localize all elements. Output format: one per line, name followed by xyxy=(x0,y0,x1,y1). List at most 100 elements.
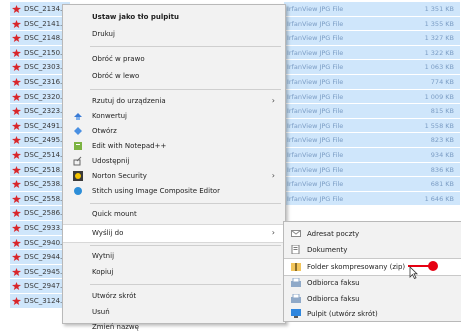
explorer-window: DSC_2134.jpg IrfanView JPG File 1 351 KB DS… xyxy=(0,0,461,331)
menu-item-label: Obróć w prawo xyxy=(92,55,145,63)
irfanview-file-icon xyxy=(12,63,21,72)
fax-icon xyxy=(291,277,301,287)
file-name-cell[interactable]: DSC_2320.jpg xyxy=(10,89,70,105)
menu-separator xyxy=(90,245,281,246)
zip-folder-icon xyxy=(291,262,301,271)
menu-item-set-wallpaper[interactable]: Ustaw jako tło pulpitu xyxy=(63,9,285,26)
open-icon xyxy=(73,126,83,136)
file-type: IrfanView JPG File xyxy=(287,194,344,203)
file-name-cell[interactable]: DSC_2491.jpg xyxy=(10,118,70,134)
submenu-item-fax-2[interactable]: Odbiorca faksu xyxy=(284,291,461,307)
irfanview-file-icon xyxy=(12,107,21,116)
file-info-cell[interactable]: IrfanView JPG File 774 KB xyxy=(284,75,460,90)
file-info-cell[interactable]: IrfanView JPG File 681 KB xyxy=(284,177,460,192)
submenu-item-documents[interactable]: Dokumenty xyxy=(284,242,461,258)
file-name-cell[interactable]: DSC_2303.jpg xyxy=(10,60,70,75)
irfanview-file-icon xyxy=(12,165,21,174)
file-name-cell[interactable]: DSC_2148.jpg xyxy=(10,31,70,46)
irfanview-file-icon xyxy=(12,224,21,232)
file-size: 1 355 KB xyxy=(424,19,454,28)
menu-separator xyxy=(90,89,281,90)
menu-item-rotate-right[interactable]: Obróć w prawo xyxy=(63,51,285,68)
menu-item-label: Ustaw jako tło pulpitu xyxy=(92,13,179,21)
file-info-cell[interactable]: IrfanView JPG File 1 327 KB xyxy=(284,31,460,46)
file-name-cell[interactable]: DSC_2514.jpg xyxy=(10,148,70,163)
file-name-cell[interactable]: DSC_2150.jpg xyxy=(10,45,70,61)
file-name-cell[interactable]: DSC_2323.jpg xyxy=(10,104,70,119)
file-size: 774 KB xyxy=(430,78,454,86)
submenu-item-label: Dokumenty xyxy=(307,246,348,254)
file-name-cell[interactable]: DSC_2944.jpg xyxy=(10,250,70,265)
submenu-item-label: Pulpit (utwórz skrót) xyxy=(307,310,378,318)
stitch-icon xyxy=(73,186,83,196)
chevron-right-icon: › xyxy=(271,171,275,180)
file-size: 1 351 KB xyxy=(424,5,454,13)
annotation-dot xyxy=(428,261,438,271)
file-size: 1 063 KB xyxy=(424,63,454,72)
file-name-cell[interactable]: DSC_2933.jpg xyxy=(10,221,70,236)
file-name-cell[interactable]: DSC_2558.jpg xyxy=(10,191,70,207)
menu-item-create-shortcut[interactable]: Utwórz skrót xyxy=(63,288,285,305)
mouse-cursor-icon xyxy=(409,266,418,281)
file-type: IrfanView JPG File xyxy=(287,34,344,43)
irfanview-file-icon xyxy=(12,297,21,305)
file-size: 934 KB xyxy=(430,151,454,159)
menu-item-quick-mount[interactable]: Quick mount xyxy=(63,206,285,223)
menu-item-label: Usuń xyxy=(92,308,110,316)
file-name-cell[interactable]: DSC_2134.jpg xyxy=(10,2,70,17)
submenu-item-fax-1[interactable]: Odbiorca faksu xyxy=(284,275,461,291)
file-type: IrfanView JPG File xyxy=(287,165,344,174)
share-icon xyxy=(73,156,83,166)
file-size: 1 009 KB xyxy=(424,92,454,101)
menu-item-label: Wyślij do xyxy=(92,229,124,237)
file-name-cell[interactable]: DSC_2947.jpg xyxy=(10,279,70,294)
file-name-cell[interactable]: DSC_2518.jpg xyxy=(10,162,70,178)
file-name-cell[interactable]: DSC_2945.jpg xyxy=(10,264,70,280)
file-name-cell[interactable]: DSC_3124.jpg xyxy=(10,294,70,309)
menu-item-stitch[interactable]: Stitch using Image Composite Editor xyxy=(63,183,285,200)
submenu-item-mail[interactable]: Adresat poczty xyxy=(284,226,461,242)
irfanview-file-icon xyxy=(12,267,21,276)
menu-item-label: Obróć w lewo xyxy=(92,72,140,80)
menu-item-cut[interactable]: Wytnij xyxy=(63,248,285,265)
menu-item-label: Zmień nazwę xyxy=(92,323,139,331)
menu-item-label: Rzutuj do urządzenia xyxy=(92,97,166,105)
file-name-cell[interactable]: DSC_2538.jpg xyxy=(10,177,70,192)
irfanview-file-icon xyxy=(12,136,21,145)
file-info-cell[interactable]: IrfanView JPG File 1 351 KB xyxy=(284,2,460,17)
file-info-cell[interactable]: IrfanView JPG File 1 009 KB xyxy=(284,89,460,105)
menu-item-rotate-left[interactable]: Obróć w lewo xyxy=(63,68,285,85)
file-type: IrfanView JPG File xyxy=(287,136,344,145)
menu-separator xyxy=(90,284,281,285)
menu-item-label: Stitch using Image Composite Editor xyxy=(92,187,220,195)
menu-separator xyxy=(90,46,281,47)
norton-icon xyxy=(73,171,83,181)
menu-item-label: Konwertuj xyxy=(92,112,127,120)
irfanview-file-icon xyxy=(12,238,21,247)
menu-item-send-to[interactable]: Wyślij do › xyxy=(63,224,285,243)
file-info-cell[interactable]: IrfanView JPG File 1 063 KB xyxy=(284,60,460,75)
file-name-cell[interactable]: DSC_2586.jpg xyxy=(10,206,70,221)
menu-item-rename[interactable]: Zmień nazwę xyxy=(63,319,285,336)
file-name-cell[interactable]: DSC_2316.jpg xyxy=(10,75,70,90)
menu-item-copy[interactable]: Kopiuj xyxy=(63,264,285,281)
file-info-cell[interactable]: IrfanView JPG File 1 558 KB xyxy=(284,118,460,134)
file-info-cell[interactable]: IrfanView JPG File 1 646 KB xyxy=(284,191,460,207)
file-info-cell[interactable]: IrfanView JPG File 934 KB xyxy=(284,148,460,163)
file-type: IrfanView JPG File xyxy=(287,107,344,116)
file-info-cell[interactable]: IrfanView JPG File 815 KB xyxy=(284,104,460,119)
file-size: 1 322 KB xyxy=(424,48,454,57)
menu-item-label: Quick mount xyxy=(92,210,137,218)
menu-item-print[interactable]: Drukuj xyxy=(63,26,285,43)
irfanview-file-icon xyxy=(12,151,21,159)
file-info-cell[interactable]: IrfanView JPG File 1 355 KB xyxy=(284,16,460,32)
file-info-cell[interactable]: IrfanView JPG File 836 KB xyxy=(284,162,460,178)
file-name-cell[interactable]: DSC_2940.jpg xyxy=(10,235,70,251)
irfanview-file-icon xyxy=(12,48,21,57)
file-name-cell[interactable]: DSC_2141.jpg xyxy=(10,16,70,32)
menu-item-label: Norton Security xyxy=(92,172,147,180)
file-info-cell[interactable]: IrfanView JPG File 1 322 KB xyxy=(284,45,460,61)
irfanview-file-icon xyxy=(12,92,21,101)
file-name-cell[interactable]: DSC_2495.jpg xyxy=(10,133,70,148)
file-info-cell[interactable]: IrfanView JPG File 823 KB xyxy=(284,133,460,148)
